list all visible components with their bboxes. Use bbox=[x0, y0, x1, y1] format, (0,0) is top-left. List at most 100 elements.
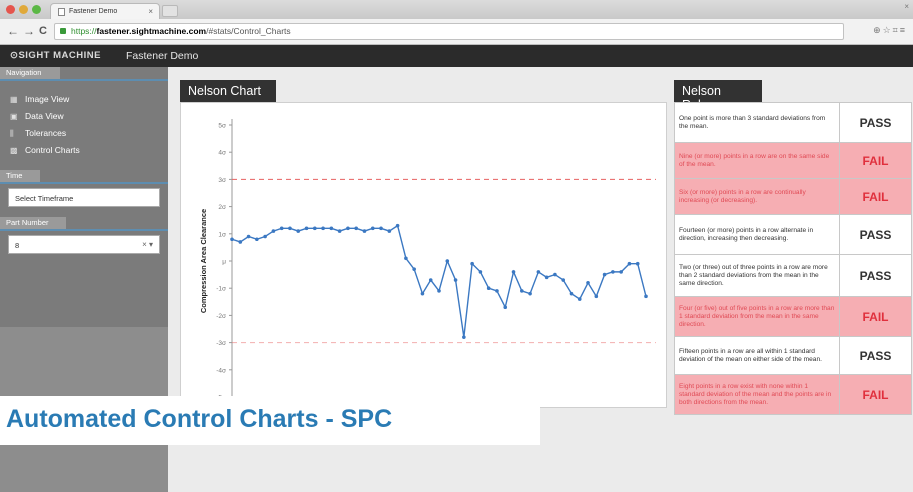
close-window-button[interactable] bbox=[6, 5, 15, 14]
new-tab-button[interactable] bbox=[162, 5, 178, 17]
rule-description: Eight points in a row exist with none wi… bbox=[674, 374, 840, 415]
data-point bbox=[619, 270, 623, 274]
rule-row: Two (or three) out of three points in a … bbox=[674, 254, 912, 297]
data-point bbox=[271, 229, 276, 233]
timeframe-placeholder: Select Timeframe bbox=[15, 194, 74, 203]
reload-icon[interactable]: C bbox=[39, 24, 47, 38]
data-point bbox=[569, 291, 574, 296]
rule-description: Fifteen points in a row are all within 1… bbox=[674, 336, 840, 375]
sight-machine-logo[interactable]: ⊙SIGHT MACHINE bbox=[10, 50, 101, 61]
clear-and-dropdown-icons[interactable]: × ▾ bbox=[142, 240, 153, 249]
tab-close-icon[interactable]: × bbox=[148, 7, 153, 16]
part-number-header: Part Number bbox=[0, 217, 66, 229]
data-point bbox=[387, 229, 392, 233]
rule-result-badge: PASS bbox=[839, 254, 912, 297]
data-point bbox=[520, 289, 524, 293]
data-point bbox=[329, 226, 334, 231]
data-point bbox=[561, 278, 565, 282]
back-arrow-icon[interactable]: ← bbox=[7, 24, 19, 38]
data-point bbox=[495, 289, 499, 293]
y-tick-label: 1σ bbox=[218, 231, 226, 238]
data-point bbox=[412, 267, 416, 271]
data-point bbox=[296, 229, 301, 233]
y-tick-label: -3σ bbox=[216, 340, 226, 347]
data-point bbox=[354, 226, 358, 231]
y-tick-label: μ bbox=[222, 259, 226, 266]
maximize-window-button[interactable] bbox=[32, 5, 41, 14]
data-point bbox=[437, 289, 441, 293]
timeframe-select[interactable]: Select Timeframe bbox=[8, 188, 160, 207]
y-tick-label: 4σ bbox=[218, 150, 226, 157]
caption-text: Automated Control Charts - SPC bbox=[6, 405, 393, 433]
rule-result-badge: PASS bbox=[839, 336, 912, 375]
data-point bbox=[611, 270, 615, 274]
navigation-divider bbox=[0, 79, 168, 81]
data-point bbox=[602, 272, 607, 277]
data-point bbox=[503, 305, 508, 310]
data-point bbox=[279, 226, 284, 231]
data-point bbox=[553, 272, 557, 277]
browser-toolbar: ← → C https://fastener.sightmachine.com/… bbox=[0, 19, 913, 45]
sidebar-item-tolerances[interactable]: ⫼ Tolerances bbox=[10, 128, 66, 139]
data-point bbox=[462, 335, 466, 339]
rule-result-badge: FAIL bbox=[839, 142, 912, 179]
data-point bbox=[528, 291, 532, 296]
data-point bbox=[321, 226, 325, 231]
data-point bbox=[577, 297, 582, 301]
browser-tab-title: Fastener Demo bbox=[69, 8, 118, 15]
nelson-chart-title: Nelson Chart bbox=[180, 80, 276, 102]
app-header: ⊙SIGHT MACHINE Fastener Demo bbox=[0, 45, 913, 67]
forward-arrow-icon[interactable]: → bbox=[23, 24, 35, 38]
lock-icon bbox=[60, 28, 66, 34]
rule-row: Fourteen (or more) points in a row alter… bbox=[674, 214, 912, 255]
browser-tab[interactable]: Fastener Demo × bbox=[50, 3, 160, 19]
data-point bbox=[337, 229, 342, 233]
image-view-icon: ▦ bbox=[10, 95, 18, 104]
data-point bbox=[635, 261, 640, 266]
nelson-rules-title: Nelson Rules bbox=[674, 80, 762, 112]
sidebar-item-control-charts[interactable]: ▩ Control Charts bbox=[10, 145, 80, 155]
data-view-icon: ▣ bbox=[10, 112, 18, 121]
control-charts-icon: ▩ bbox=[10, 146, 18, 155]
browser-menu-icons[interactable]: ⊕☆⌗≡ bbox=[873, 25, 907, 36]
rule-row: Fifteen points in a row are all within 1… bbox=[674, 336, 912, 375]
part-number-value: 8 bbox=[15, 241, 20, 250]
data-point bbox=[511, 270, 516, 274]
window-close-icon[interactable]: × bbox=[904, 2, 909, 11]
sidebar-item-label: Tolerances bbox=[25, 128, 67, 138]
rule-description: Two (or three) out of three points in a … bbox=[674, 254, 840, 297]
data-point bbox=[346, 226, 350, 231]
tolerances-icon: ⫼ bbox=[10, 129, 14, 138]
rule-row: Nine (or more) points in a row are on th… bbox=[674, 142, 912, 179]
caption-banner: Automated Control Charts - SPC bbox=[0, 396, 540, 445]
rule-result-badge: PASS bbox=[839, 102, 912, 143]
part-number-divider bbox=[0, 229, 168, 231]
rule-description: Six (or more) points in a row are contin… bbox=[674, 178, 840, 215]
rule-description: Nine (or more) points in a row are on th… bbox=[674, 142, 840, 179]
sidebar-item-data-view[interactable]: ▣ Data View bbox=[10, 111, 64, 121]
y-tick-label: 2σ bbox=[218, 204, 226, 211]
data-point bbox=[288, 226, 292, 231]
rule-row: Six (or more) points in a row are contin… bbox=[674, 178, 912, 215]
data-point bbox=[478, 270, 483, 274]
sidebar-item-image-view[interactable]: ▦ Image View bbox=[10, 94, 69, 104]
data-point bbox=[586, 280, 590, 285]
data-point bbox=[255, 237, 259, 242]
sidebar-item-label: Data View bbox=[25, 111, 64, 121]
address-bar[interactable]: https://fastener.sightmachine.com/#stats… bbox=[54, 23, 844, 40]
data-point bbox=[470, 261, 474, 266]
rule-description: Four (or five) out of five points in a r… bbox=[674, 296, 840, 337]
data-point bbox=[627, 261, 632, 266]
navigation-header: Navigation bbox=[0, 67, 60, 79]
rule-result-badge: FAIL bbox=[839, 374, 912, 415]
part-number-select[interactable]: 8 × ▾ bbox=[8, 235, 160, 254]
time-divider bbox=[0, 182, 168, 184]
y-tick-label: -2σ bbox=[216, 313, 226, 320]
data-point bbox=[263, 234, 267, 239]
data-point bbox=[420, 291, 425, 296]
data-point bbox=[246, 234, 251, 239]
minimize-window-button[interactable] bbox=[19, 5, 28, 14]
page-favicon-icon bbox=[58, 8, 65, 16]
data-point bbox=[644, 294, 648, 299]
rule-row: Eight points in a row exist with none wi… bbox=[674, 374, 912, 415]
